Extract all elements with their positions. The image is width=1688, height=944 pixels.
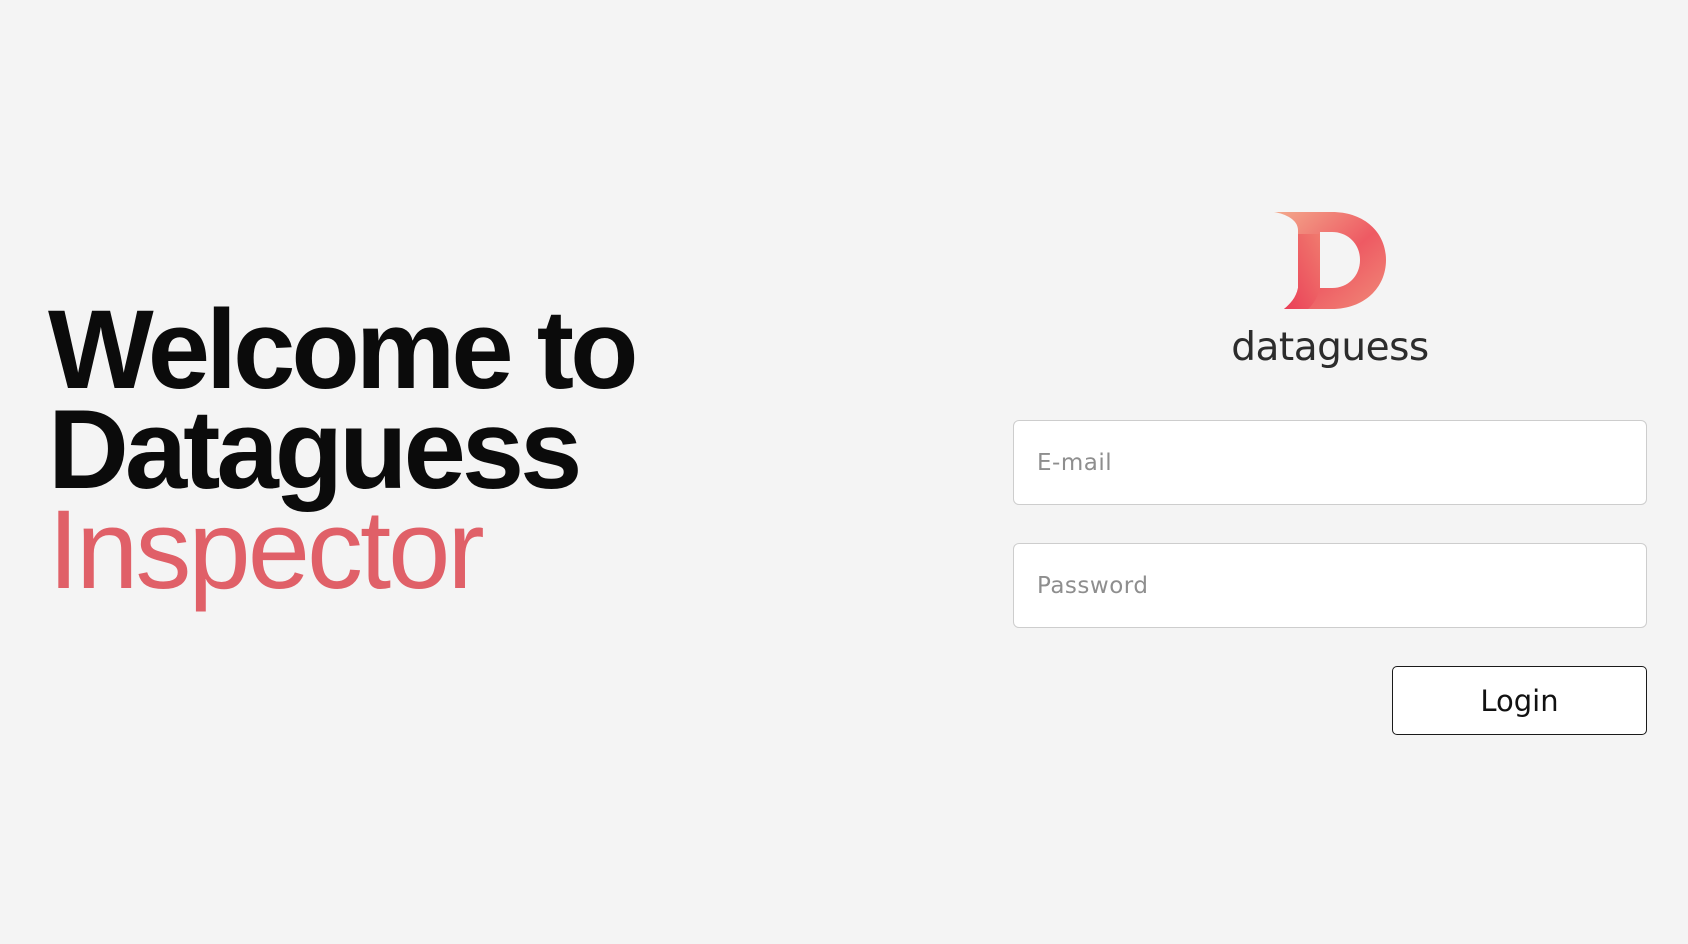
password-input[interactable] xyxy=(1013,543,1647,628)
form-actions: Login xyxy=(1013,666,1647,735)
brand-logo: dataguess xyxy=(1013,212,1647,370)
hero-title-line-1: Welcome to xyxy=(48,287,639,412)
brand-wordmark: dataguess xyxy=(1231,325,1429,370)
dataguess-d-logo-icon xyxy=(1274,212,1386,310)
email-input[interactable] xyxy=(1013,420,1647,505)
hero-product-name: Inspector xyxy=(48,487,485,612)
login-panel: dataguess Login xyxy=(1013,212,1647,735)
hero-title-line-2: Dataguess xyxy=(48,387,582,512)
welcome-hero: Welcome to Dataguess Inspector xyxy=(48,287,808,612)
login-button[interactable]: Login xyxy=(1392,666,1647,735)
